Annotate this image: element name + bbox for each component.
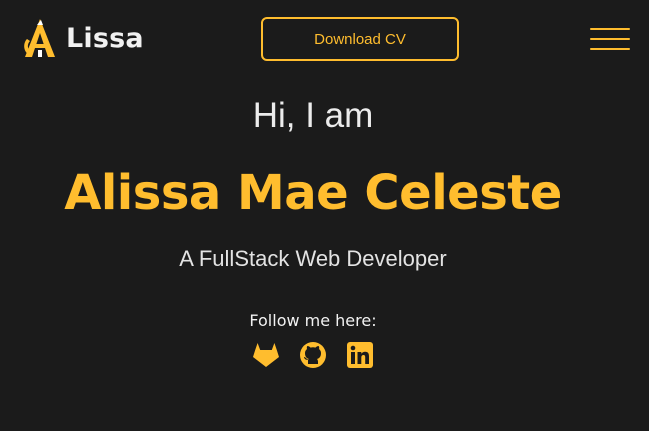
github-link[interactable] xyxy=(299,340,327,370)
github-icon xyxy=(300,342,326,368)
logo-icon xyxy=(24,19,55,57)
site-header: Lissa Download CV xyxy=(0,0,649,80)
brand-logo-link[interactable]: Lissa xyxy=(21,17,144,59)
follow-label: Follow me here: xyxy=(249,311,377,330)
download-cv-button[interactable]: Download CV xyxy=(261,17,459,61)
menu-bar xyxy=(590,38,630,40)
menu-bar xyxy=(590,28,630,30)
linkedin-link[interactable] xyxy=(346,340,374,370)
linkedin-icon xyxy=(347,342,373,368)
social-links xyxy=(252,340,374,370)
gitlab-link[interactable] xyxy=(252,340,280,370)
hamburger-menu-icon[interactable] xyxy=(590,28,630,52)
menu-bar xyxy=(590,48,630,50)
hero-greeting: Hi, I am xyxy=(252,96,374,135)
hero-name: Alissa Mae Celeste xyxy=(64,165,562,221)
hero-tagline: A FullStack Web Developer xyxy=(179,246,447,271)
gitlab-icon xyxy=(253,343,279,367)
brand-name: Lissa xyxy=(66,22,144,54)
